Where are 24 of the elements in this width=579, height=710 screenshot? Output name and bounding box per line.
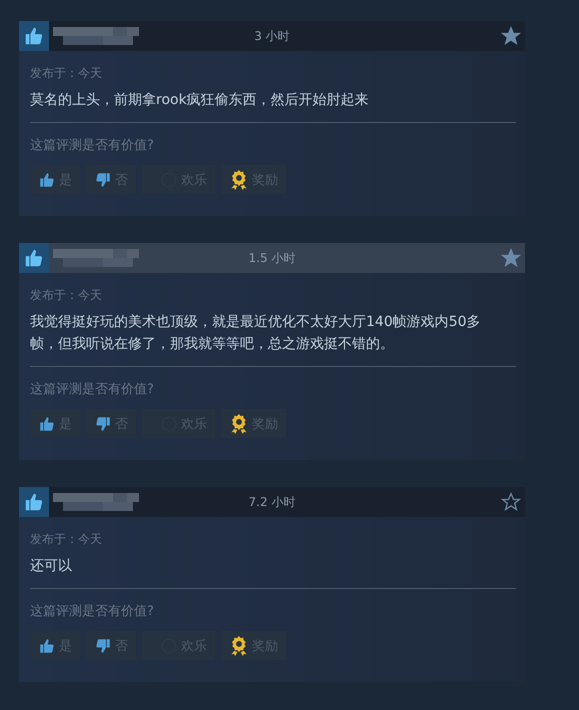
award-icon: [229, 168, 249, 190]
posted-date: 发布于：今天: [30, 287, 103, 304]
thumbs-up-icon: [38, 170, 56, 188]
star-icon[interactable]: [501, 26, 521, 46]
award-icon: [229, 634, 249, 656]
review-text: 莫名的上头，前期拿rook疯狂偷东西，然后开始肘起来: [30, 91, 370, 110]
playtime: 7.2 小时: [248, 494, 296, 510]
thumbs-down-icon: [94, 636, 112, 654]
playtime: 3 小时: [254, 28, 290, 44]
thumbs-down-icon: [94, 414, 112, 432]
thumbs-down-icon: [94, 170, 112, 188]
star-icon[interactable]: [501, 492, 521, 512]
thumbs-up-icon: [38, 414, 56, 432]
helpful-question: 这篇评测是否有价值?: [30, 381, 155, 398]
posted-date: 发布于：今天: [30, 531, 103, 548]
award-icon: [229, 412, 249, 434]
review-text: 我觉得挺好玩的美术也顶级，就是最近优化不太好大厅140帧游戏内50多帧，但我听说在修了，那我就等等吧，总之游戏挺不错的。: [30, 313, 482, 354]
helpful-question: 这篇评测是否有价值?: [30, 603, 155, 620]
review-text: 还可以: [30, 557, 73, 576]
helpful-question: 这篇评测是否有价值?: [30, 137, 155, 154]
posted-date: 发布于：今天: [30, 65, 103, 82]
playtime: 1.5 小时: [248, 250, 296, 266]
star-icon[interactable]: [501, 248, 521, 268]
thumbs-up-icon: [38, 636, 56, 654]
